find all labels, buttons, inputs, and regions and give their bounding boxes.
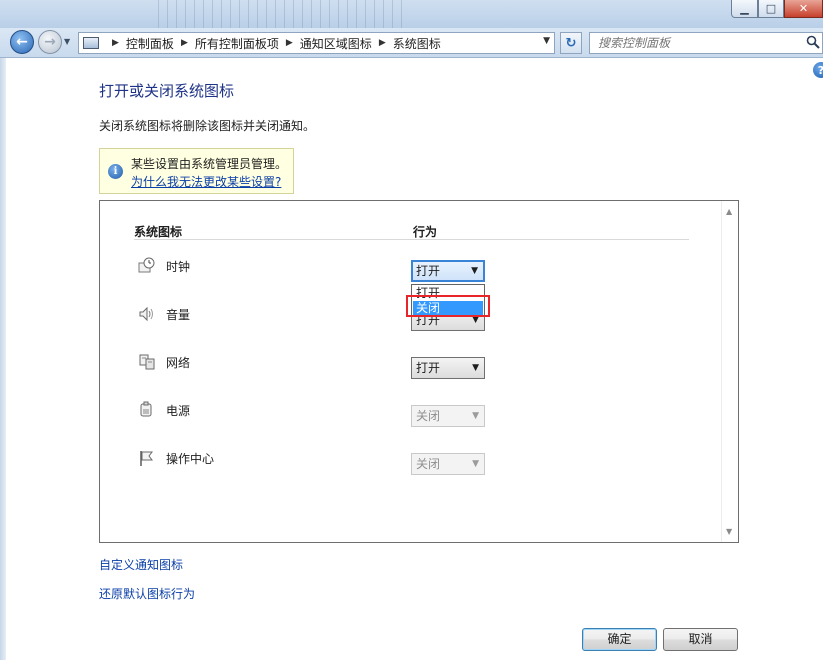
titlebar-background — [150, 0, 410, 28]
breadcrumb-separator-icon[interactable]: ▶ — [181, 38, 188, 48]
breadcrumb-all-items[interactable]: 所有控制面板项 — [195, 35, 279, 52]
info-text: 某些设置由系统管理员管理。 — [131, 157, 288, 171]
network-icon — [139, 354, 155, 370]
scroll-up-icon[interactable]: ▲ — [726, 207, 732, 216]
flag-icon — [140, 451, 153, 466]
info-icon: i — [108, 164, 123, 179]
header-divider — [134, 239, 689, 240]
row-label-power: 电源 — [166, 404, 191, 418]
row-label-action-center: 操作中心 — [166, 452, 215, 466]
breadcrumb-separator-icon[interactable]: ▶ — [286, 38, 293, 48]
row-label-clock: 时钟 — [166, 260, 191, 274]
breadcrumb-notification-icons[interactable]: 通知区域图标 — [300, 35, 372, 52]
power-icon — [140, 401, 152, 417]
restore-default-behavior-link[interactable]: 还原默认图标行为 — [99, 585, 195, 602]
customize-notification-icons-link[interactable]: 自定义通知图标 — [99, 556, 183, 573]
navigation-bar: ← → ▼ ▶ 控制面板 ▶ 所有控制面板项 ▶ 通知区域图标 ▶ 系统图标 ▼… — [0, 28, 823, 58]
search-icon[interactable] — [806, 35, 820, 49]
breadcrumb-system-icons[interactable]: 系统图标 — [393, 35, 441, 52]
window-titlebar — [0, 0, 823, 28]
forward-button[interactable]: → — [38, 30, 62, 54]
column-header-behavior: 行为 — [413, 225, 438, 239]
address-bar[interactable]: ▶ 控制面板 ▶ 所有控制面板项 ▶ 通知区域图标 ▶ 系统图标 ▼ — [78, 32, 555, 54]
back-arrow-icon: ← — [16, 34, 28, 50]
network-behavior-select[interactable]: 打开 ▼ — [411, 357, 485, 379]
window-left-edge — [0, 58, 6, 660]
page-title: 打开或关闭系统图标 — [99, 82, 235, 100]
breadcrumb-control-panel[interactable]: 控制面板 — [126, 35, 174, 52]
page-description: 关闭系统图标将删除该图标并关闭通知。 — [99, 119, 316, 133]
power-behavior-select: 关闭 ▼ — [411, 405, 485, 427]
breadcrumb-separator-icon[interactable]: ▶ — [379, 38, 386, 48]
search-input[interactable] — [590, 33, 790, 53]
annotation-highlight-box — [406, 295, 490, 317]
scroll-down-icon[interactable]: ▼ — [726, 527, 732, 536]
maximize-button[interactable]: □ — [758, 0, 784, 18]
action-center-behavior-select: 关闭 ▼ — [411, 453, 485, 475]
refresh-button[interactable]: ↻ — [560, 32, 582, 54]
select-value: 打开 — [416, 264, 441, 278]
clock-behavior-select[interactable]: 打开 ▼ — [411, 260, 485, 282]
close-button[interactable]: ✕ — [784, 0, 823, 18]
control-panel-icon — [83, 37, 99, 49]
cancel-button[interactable]: 取消 — [663, 628, 738, 651]
address-dropdown-icon[interactable]: ▼ — [543, 36, 550, 46]
history-dropdown-icon[interactable]: ▼ — [64, 37, 70, 46]
ok-button[interactable]: 确定 — [582, 628, 657, 651]
refresh-icon: ↻ — [565, 35, 577, 51]
help-icon[interactable]: ? — [813, 62, 823, 78]
row-label-volume: 音量 — [166, 308, 191, 322]
forward-arrow-icon: → — [44, 34, 56, 50]
chevron-down-icon: ▼ — [472, 411, 479, 421]
clock-icon — [138, 257, 155, 273]
row-label-network: 网络 — [166, 356, 191, 370]
chevron-down-icon: ▼ — [471, 266, 478, 276]
column-header-system-icon: 系统图标 — [134, 225, 183, 239]
chevron-down-icon: ▼ — [472, 459, 479, 469]
why-cant-change-link[interactable]: 为什么我无法更改某些设置? — [131, 173, 281, 190]
select-value: 关闭 — [416, 457, 441, 471]
volume-icon — [139, 306, 153, 322]
chevron-down-icon: ▼ — [472, 363, 479, 373]
breadcrumb-separator-icon[interactable]: ▶ — [112, 38, 119, 48]
search-box[interactable] — [589, 32, 823, 54]
select-value: 打开 — [416, 361, 441, 375]
select-value: 关闭 — [416, 409, 441, 423]
info-banner: i 某些设置由系统管理员管理。 为什么我无法更改某些设置? — [99, 148, 294, 194]
system-icons-panel: 系统图标 行为 时钟 打开 ▼ 音量 打开 ▼ 网络 打开 ▼ 电源 关闭 ▼ … — [99, 200, 739, 543]
back-button[interactable]: ← — [10, 30, 34, 54]
vertical-scrollbar[interactable]: ▲ ▼ — [721, 201, 738, 542]
minimize-button[interactable]: ▁ — [731, 0, 758, 18]
